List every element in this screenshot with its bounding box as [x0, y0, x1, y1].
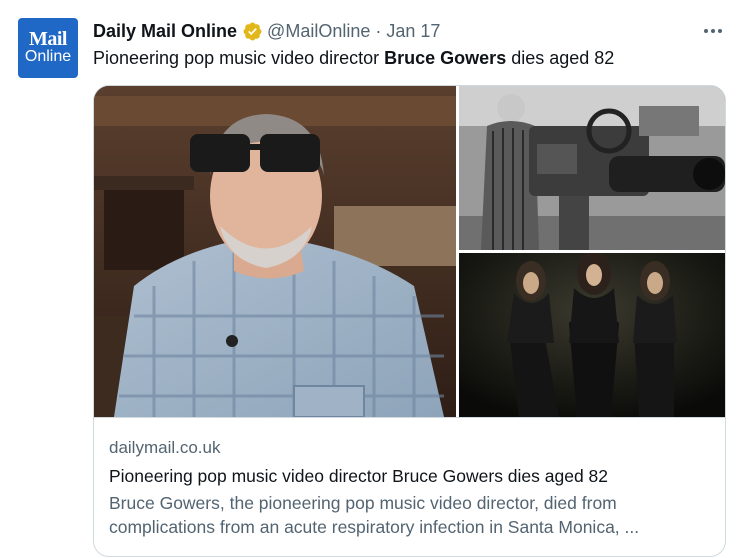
tweet-header: Daily Mail Online @MailOnline · Jan 17	[93, 19, 440, 43]
avatar-logo-bottom: Online	[24, 48, 72, 65]
display-name[interactable]: Daily Mail Online	[93, 19, 237, 43]
card-description-line-2: complications from an acute respiratory …	[109, 517, 640, 537]
tweet-date[interactable]: Jan 17	[386, 19, 440, 43]
handle[interactable]: @MailOnline	[267, 19, 370, 43]
avatar[interactable]: Mail Online	[18, 18, 78, 78]
card-title: Pioneering pop music video director Bruc…	[109, 466, 609, 486]
avatar-logo-top: Mail	[29, 28, 68, 50]
tweet[interactable]: Mail Online Daily Mail Online @MailOnlin…	[0, 0, 744, 558]
tweet-text-after: dies aged 82	[506, 48, 615, 68]
card-description: Bruce Gowers, the pioneering pop music v…	[109, 491, 709, 539]
vintage-camera-photo[interactable]	[459, 86, 725, 250]
link-card[interactable]: dailymail.co.uk Pioneering pop music vid…	[93, 85, 726, 557]
card-description-line-1: Bruce Gowers, the pioneering pop music v…	[109, 493, 617, 513]
portrait-photo[interactable]	[94, 86, 456, 417]
tweet-text-before: Pioneering pop music video director	[93, 48, 385, 68]
more-horizontal-icon[interactable]	[702, 21, 724, 41]
tweet-text-bold: Bruce Gowers	[384, 48, 507, 68]
band-photo[interactable]	[459, 253, 725, 417]
verified-badge-icon[interactable]	[242, 21, 263, 42]
separator-dot: ·	[375, 21, 382, 41]
card-domain: dailymail.co.uk	[109, 438, 221, 457]
tweet-text: Pioneering pop music video director Bruc…	[93, 46, 614, 70]
card-body[interactable]: dailymail.co.uk Pioneering pop music vid…	[94, 417, 725, 556]
card-media[interactable]	[94, 86, 725, 417]
